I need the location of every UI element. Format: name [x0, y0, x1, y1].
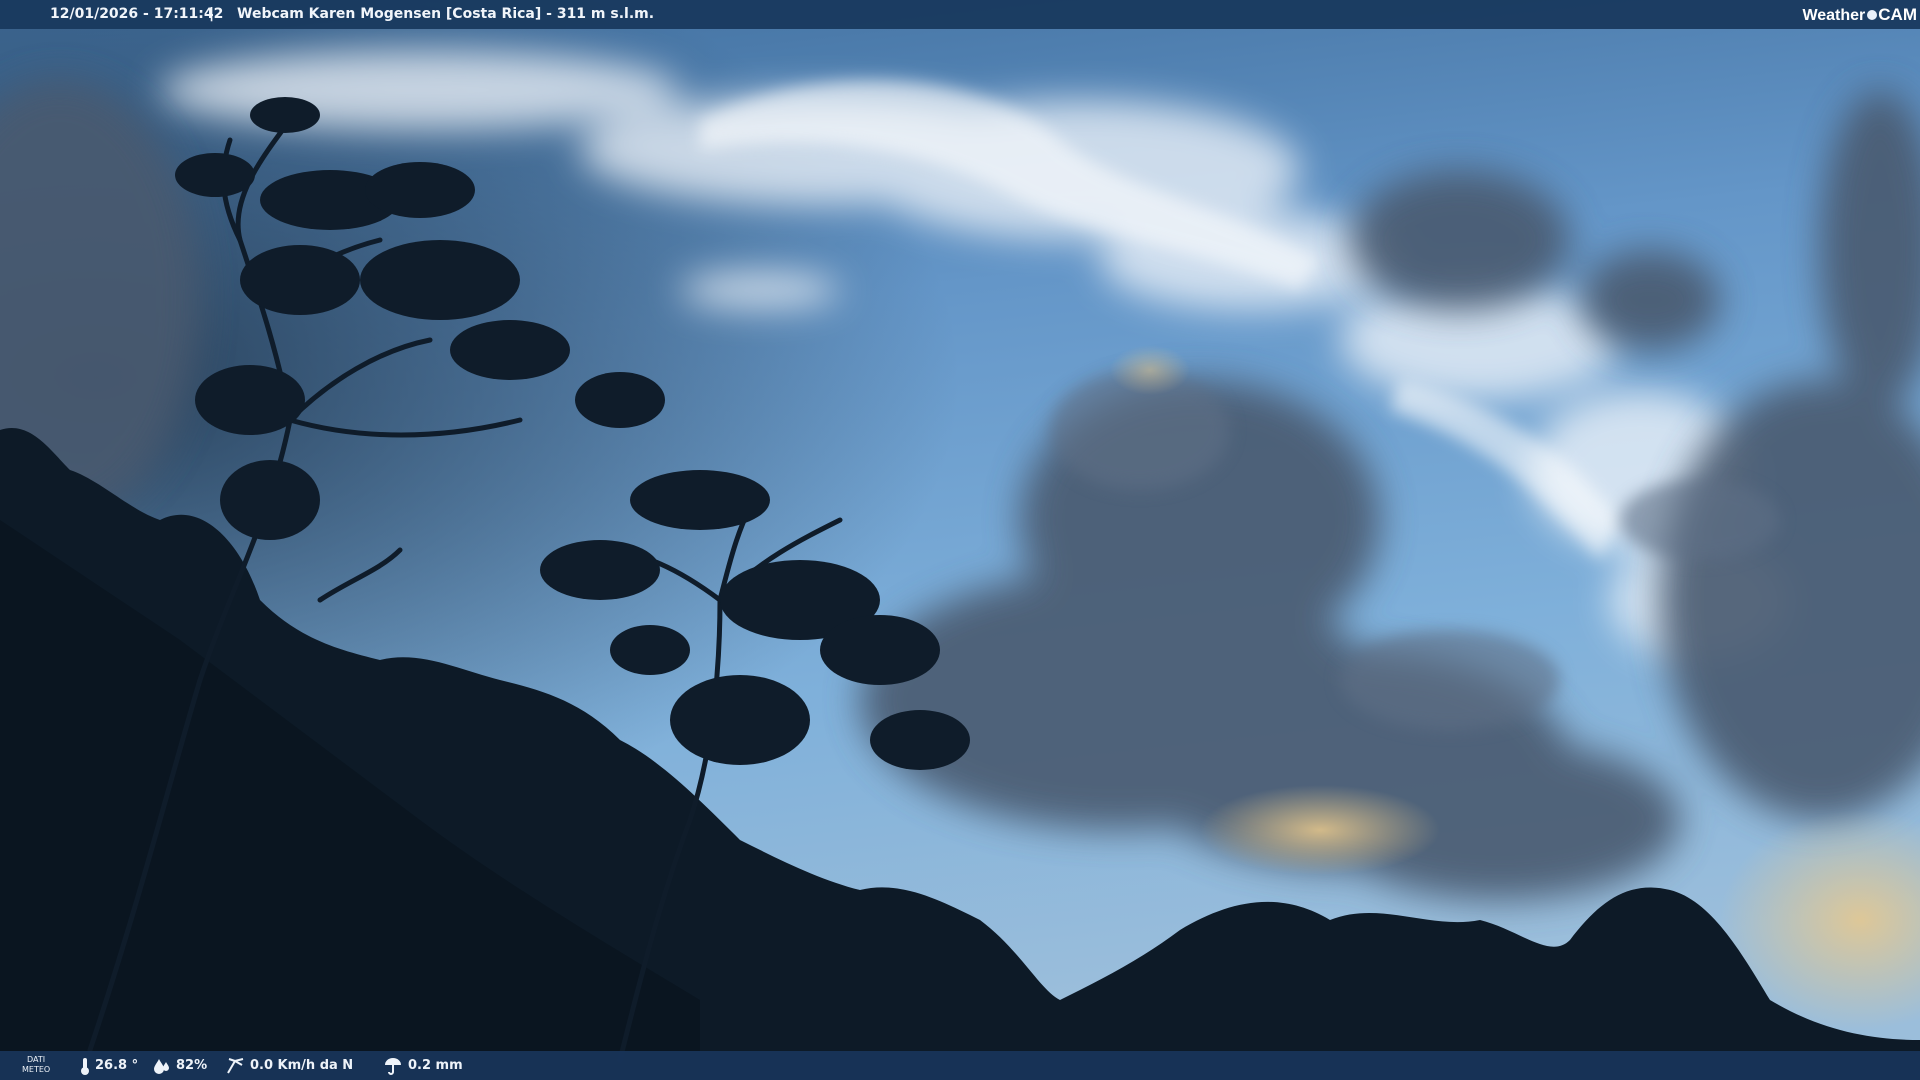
dati-meteo-label: DATI METEO [22, 1055, 50, 1075]
logo-cam-text: CAM [1878, 5, 1917, 24]
wind-icon [227, 1057, 244, 1074]
header-separator: | [209, 6, 215, 22]
temperature-item: 26.8 ° [80, 1051, 138, 1080]
rain-value: 0.2 mm [408, 1058, 463, 1073]
temperature-value: 26.8 ° [95, 1058, 139, 1073]
weather-data-bar: DATI METEO 26.8 ° 82% 0.0 Km/h da N 0.2 … [0, 1051, 1920, 1080]
header-bar: 12/01/2026 - 17:11:42 | Webcam Karen Mog… [0, 0, 1920, 29]
timestamp: 12/01/2026 - 17:11:42 [50, 6, 224, 22]
wind-item: 0.0 Km/h da N [225, 1051, 353, 1080]
rain-gauge-icon [385, 1057, 401, 1075]
humidity-item: 82% [153, 1051, 207, 1080]
rain-item: 0.2 mm [383, 1051, 463, 1080]
dati-label: DATI [27, 1055, 46, 1064]
meteo-label: METEO [22, 1065, 51, 1074]
webcam-title: Webcam Karen Mogensen [Costa Rica] - 311… [237, 6, 655, 22]
logo-dot-icon [1867, 9, 1878, 20]
humidity-icon [154, 1058, 169, 1074]
thermometer-icon [81, 1057, 89, 1075]
humidity-value: 82% [176, 1058, 208, 1073]
webcam-image [0, 0, 1920, 1080]
wind-value: 0.0 Km/h da N [250, 1058, 354, 1073]
logo-weather-text: Weather [1802, 7, 1866, 24]
weathercam-logo: Weather CAM [1802, 0, 1917, 30]
